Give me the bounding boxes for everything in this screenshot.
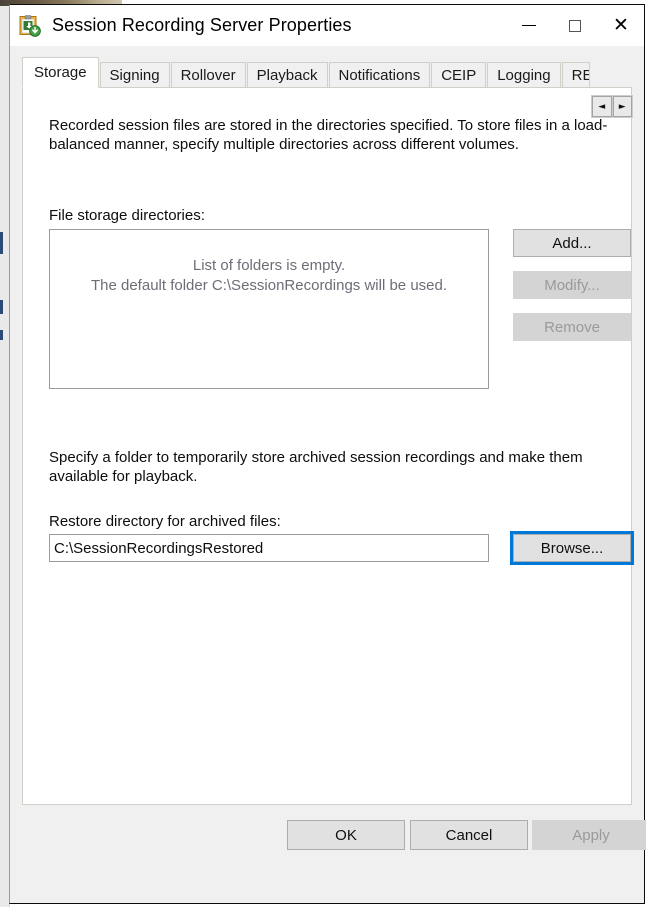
scroll-left-icon[interactable]: ◄: [592, 96, 612, 117]
archive-description: Specify a folder to temporarily store ar…: [49, 449, 583, 485]
restore-directory-input[interactable]: C:\SessionRecordingsRestored: [49, 534, 489, 562]
tab-label: CEIP: [441, 67, 477, 84]
scroll-right-icon[interactable]: ►: [612, 96, 632, 117]
background-accent-mark: [0, 300, 3, 314]
clipboard-recording-icon: [19, 14, 41, 37]
tab-ceip[interactable]: CEIP: [431, 62, 487, 88]
tab-label: Storage: [34, 64, 87, 81]
tab-storage[interactable]: Storage: [22, 57, 99, 88]
tab-notifications[interactable]: Notifications: [328, 62, 431, 88]
apply-button: Apply: [532, 820, 646, 850]
tab-logging[interactable]: Logging: [487, 62, 561, 88]
intro-description: Recorded session files are stored in the…: [49, 117, 608, 153]
window-title: Session Recording Server Properties: [52, 15, 352, 35]
ok-button[interactable]: OK: [287, 820, 405, 850]
tab-signing[interactable]: Signing: [99, 62, 170, 88]
remove-button: Remove: [513, 313, 631, 341]
file-storage-directories-list[interactable]: List of folders is empty. The default fo…: [49, 229, 489, 389]
session-recording-server-properties-dialog: Session Recording Server Properties ✕ St…: [9, 4, 646, 904]
tab-label: Logging: [497, 67, 551, 84]
storage-tab-panel: Recorded session files are stored in the…: [22, 87, 634, 805]
tab-label: Notifications: [338, 67, 421, 84]
browse-button[interactable]: Browse...: [513, 534, 631, 562]
empty-list-message: List of folders is empty. The default fo…: [90, 257, 448, 294]
tab-playback[interactable]: Playback: [246, 62, 328, 88]
title-bar: Session Recording Server Properties ✕: [10, 5, 644, 46]
cancel-button[interactable]: Cancel: [410, 820, 528, 850]
tab-label: Playback: [256, 67, 318, 84]
background-accent-mark: [0, 232, 3, 254]
restore-directory-value: C:\SessionRecordingsRestored: [54, 539, 264, 557]
tab-scroll-buttons: ◄ ►: [591, 95, 633, 118]
browse-button-focus-ring: Browse...: [510, 531, 634, 565]
tab-rollover[interactable]: Rollover: [170, 62, 246, 88]
tab-strip: Storage Signing Rollover Playback Notifi…: [10, 46, 644, 118]
close-icon[interactable]: ✕: [598, 6, 644, 46]
tab-list: Storage Signing Rollover Playback Notifi…: [22, 57, 591, 88]
restore-directory-label: Restore directory for archived files:: [49, 513, 281, 530]
tab-label: Signing: [109, 67, 160, 84]
minimize-icon[interactable]: [506, 6, 552, 46]
close-glyph: ✕: [613, 14, 629, 36]
modify-button: Modify...: [513, 271, 631, 299]
file-storage-directories-label: File storage directories:: [49, 207, 205, 224]
tab-label: Rollover: [180, 67, 236, 84]
background-accent-mark: [0, 330, 3, 340]
add-button[interactable]: Add...: [513, 229, 631, 257]
tab-re-clipped[interactable]: RE: [561, 62, 590, 88]
tab-label: RE: [571, 67, 589, 84]
maximize-icon[interactable]: [552, 6, 598, 46]
